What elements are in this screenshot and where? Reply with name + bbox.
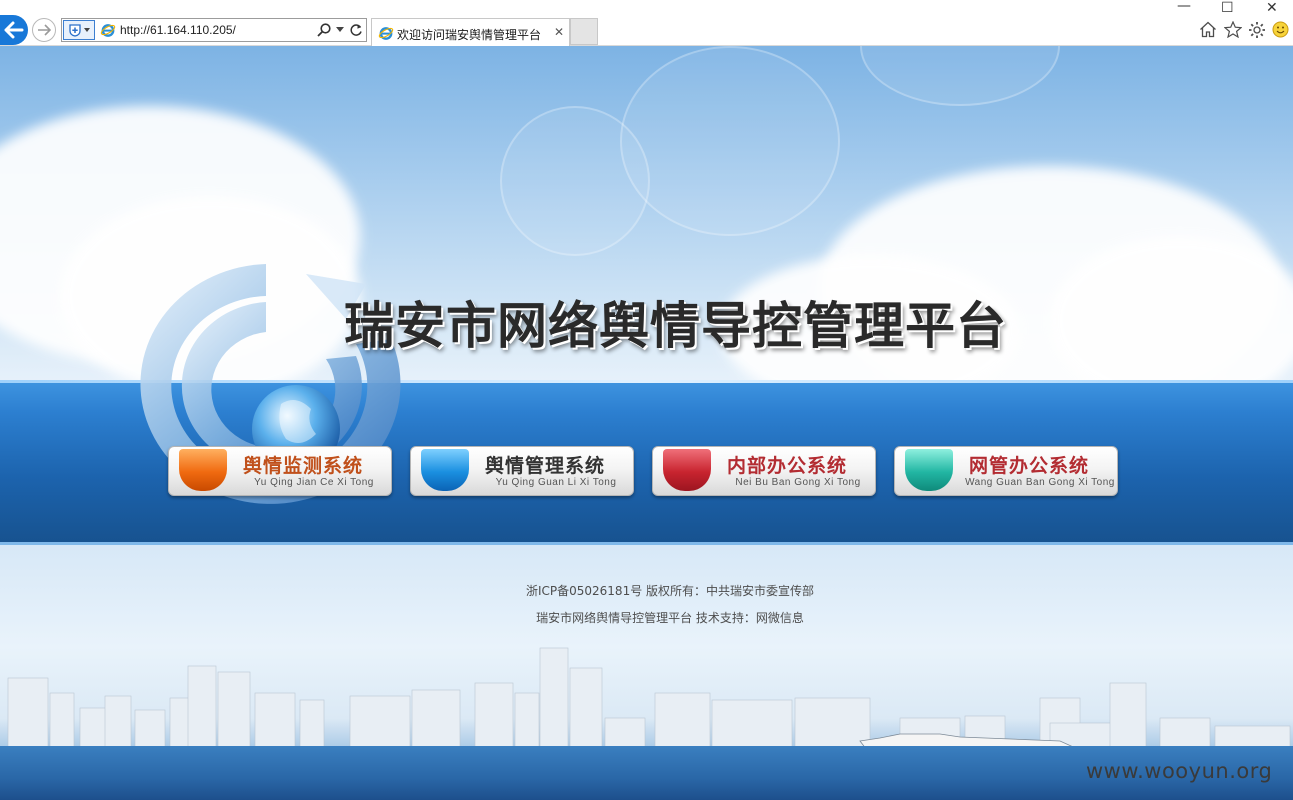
refresh-icon[interactable] [349,22,363,38]
system-name: 舆情管理系统 [485,455,606,477]
system-button-management[interactable]: 舆情管理系统 Yu Qing Guan Li Xi Tong [410,446,634,496]
dropdown-arrow-icon [84,28,90,32]
platform-title: 瑞安市网络舆情导控管理平台 [344,297,1007,355]
maximize-icon[interactable]: ☐ [1221,0,1234,16]
compat-view-button[interactable] [63,20,95,40]
system-pinyin: Yu Qing Guan Li Xi Tong [495,477,617,488]
footer-support-line: 瑞安市网络舆情导控管理平台 技术支持：网微信息 [536,611,804,625]
ie-logo-icon [100,24,116,37]
lens-flare [500,106,650,256]
watermark-text: www.wooyun.org [1086,759,1273,783]
minimize-icon[interactable]: — [1177,0,1191,14]
arrow-right-icon [38,24,51,36]
home-icon[interactable] [1199,21,1217,38]
browser-chrome: http://61.164.110.205/ 欢迎访问瑞安舆情管理平台 ✕ — … [0,0,1293,46]
new-tab-button[interactable] [570,18,598,45]
close-tab-icon[interactable]: ✕ [554,25,564,39]
system-pinyin: Nei Bu Ban Gong Xi Tong [735,477,861,488]
page-background: 瑞安市网络舆情导控管理平台 舆情监测系统 Yu Qing Jian Ce Xi … [0,46,1293,800]
system-button-network-office[interactable]: 网管办公系统 Wang Guan Ban Gong Xi Tong [894,446,1118,496]
ie-logo-icon [378,27,394,40]
chevron-down-icon[interactable] [336,27,344,32]
lens-flare [620,46,840,236]
close-window-icon[interactable]: ✕ [1266,0,1278,16]
lens-flare [860,46,1060,106]
system-pinyin: Wang Guan Ban Gong Xi Tong [965,477,1115,488]
back-button[interactable] [0,15,28,45]
system-button-internal-office[interactable]: 内部办公系统 Nei Bu Ban Gong Xi Tong [652,446,876,496]
arrow-left-icon [4,21,24,39]
address-bar[interactable]: http://61.164.110.205/ [61,18,367,42]
shield-plus-icon [69,24,81,37]
star-icon[interactable] [1224,21,1242,38]
system-name: 网管办公系统 [969,455,1090,477]
browser-tab[interactable]: 欢迎访问瑞安舆情管理平台 ✕ [371,18,570,46]
forward-button[interactable] [32,18,56,42]
smiley-icon[interactable] [1272,21,1289,38]
red-badge-icon [663,449,711,491]
system-button-monitoring[interactable]: 舆情监测系统 Yu Qing Jian Ce Xi Tong [168,446,392,496]
search-icon[interactable] [316,22,332,38]
orange-badge-icon [179,449,227,491]
system-name: 舆情监测系统 [243,455,364,477]
system-name: 内部办公系统 [727,455,848,477]
footer-icp-line: 浙ICP备05026181号 版权所有：中共瑞安市委宣传部 [525,584,815,598]
url-text[interactable]: http://61.164.110.205/ [120,23,236,37]
teal-badge-icon [905,449,953,491]
blue-badge-icon [421,449,469,491]
system-pinyin: Yu Qing Jian Ce Xi Tong [254,477,374,488]
tab-title: 欢迎访问瑞安舆情管理平台 [397,28,542,42]
gear-icon[interactable] [1248,21,1266,39]
